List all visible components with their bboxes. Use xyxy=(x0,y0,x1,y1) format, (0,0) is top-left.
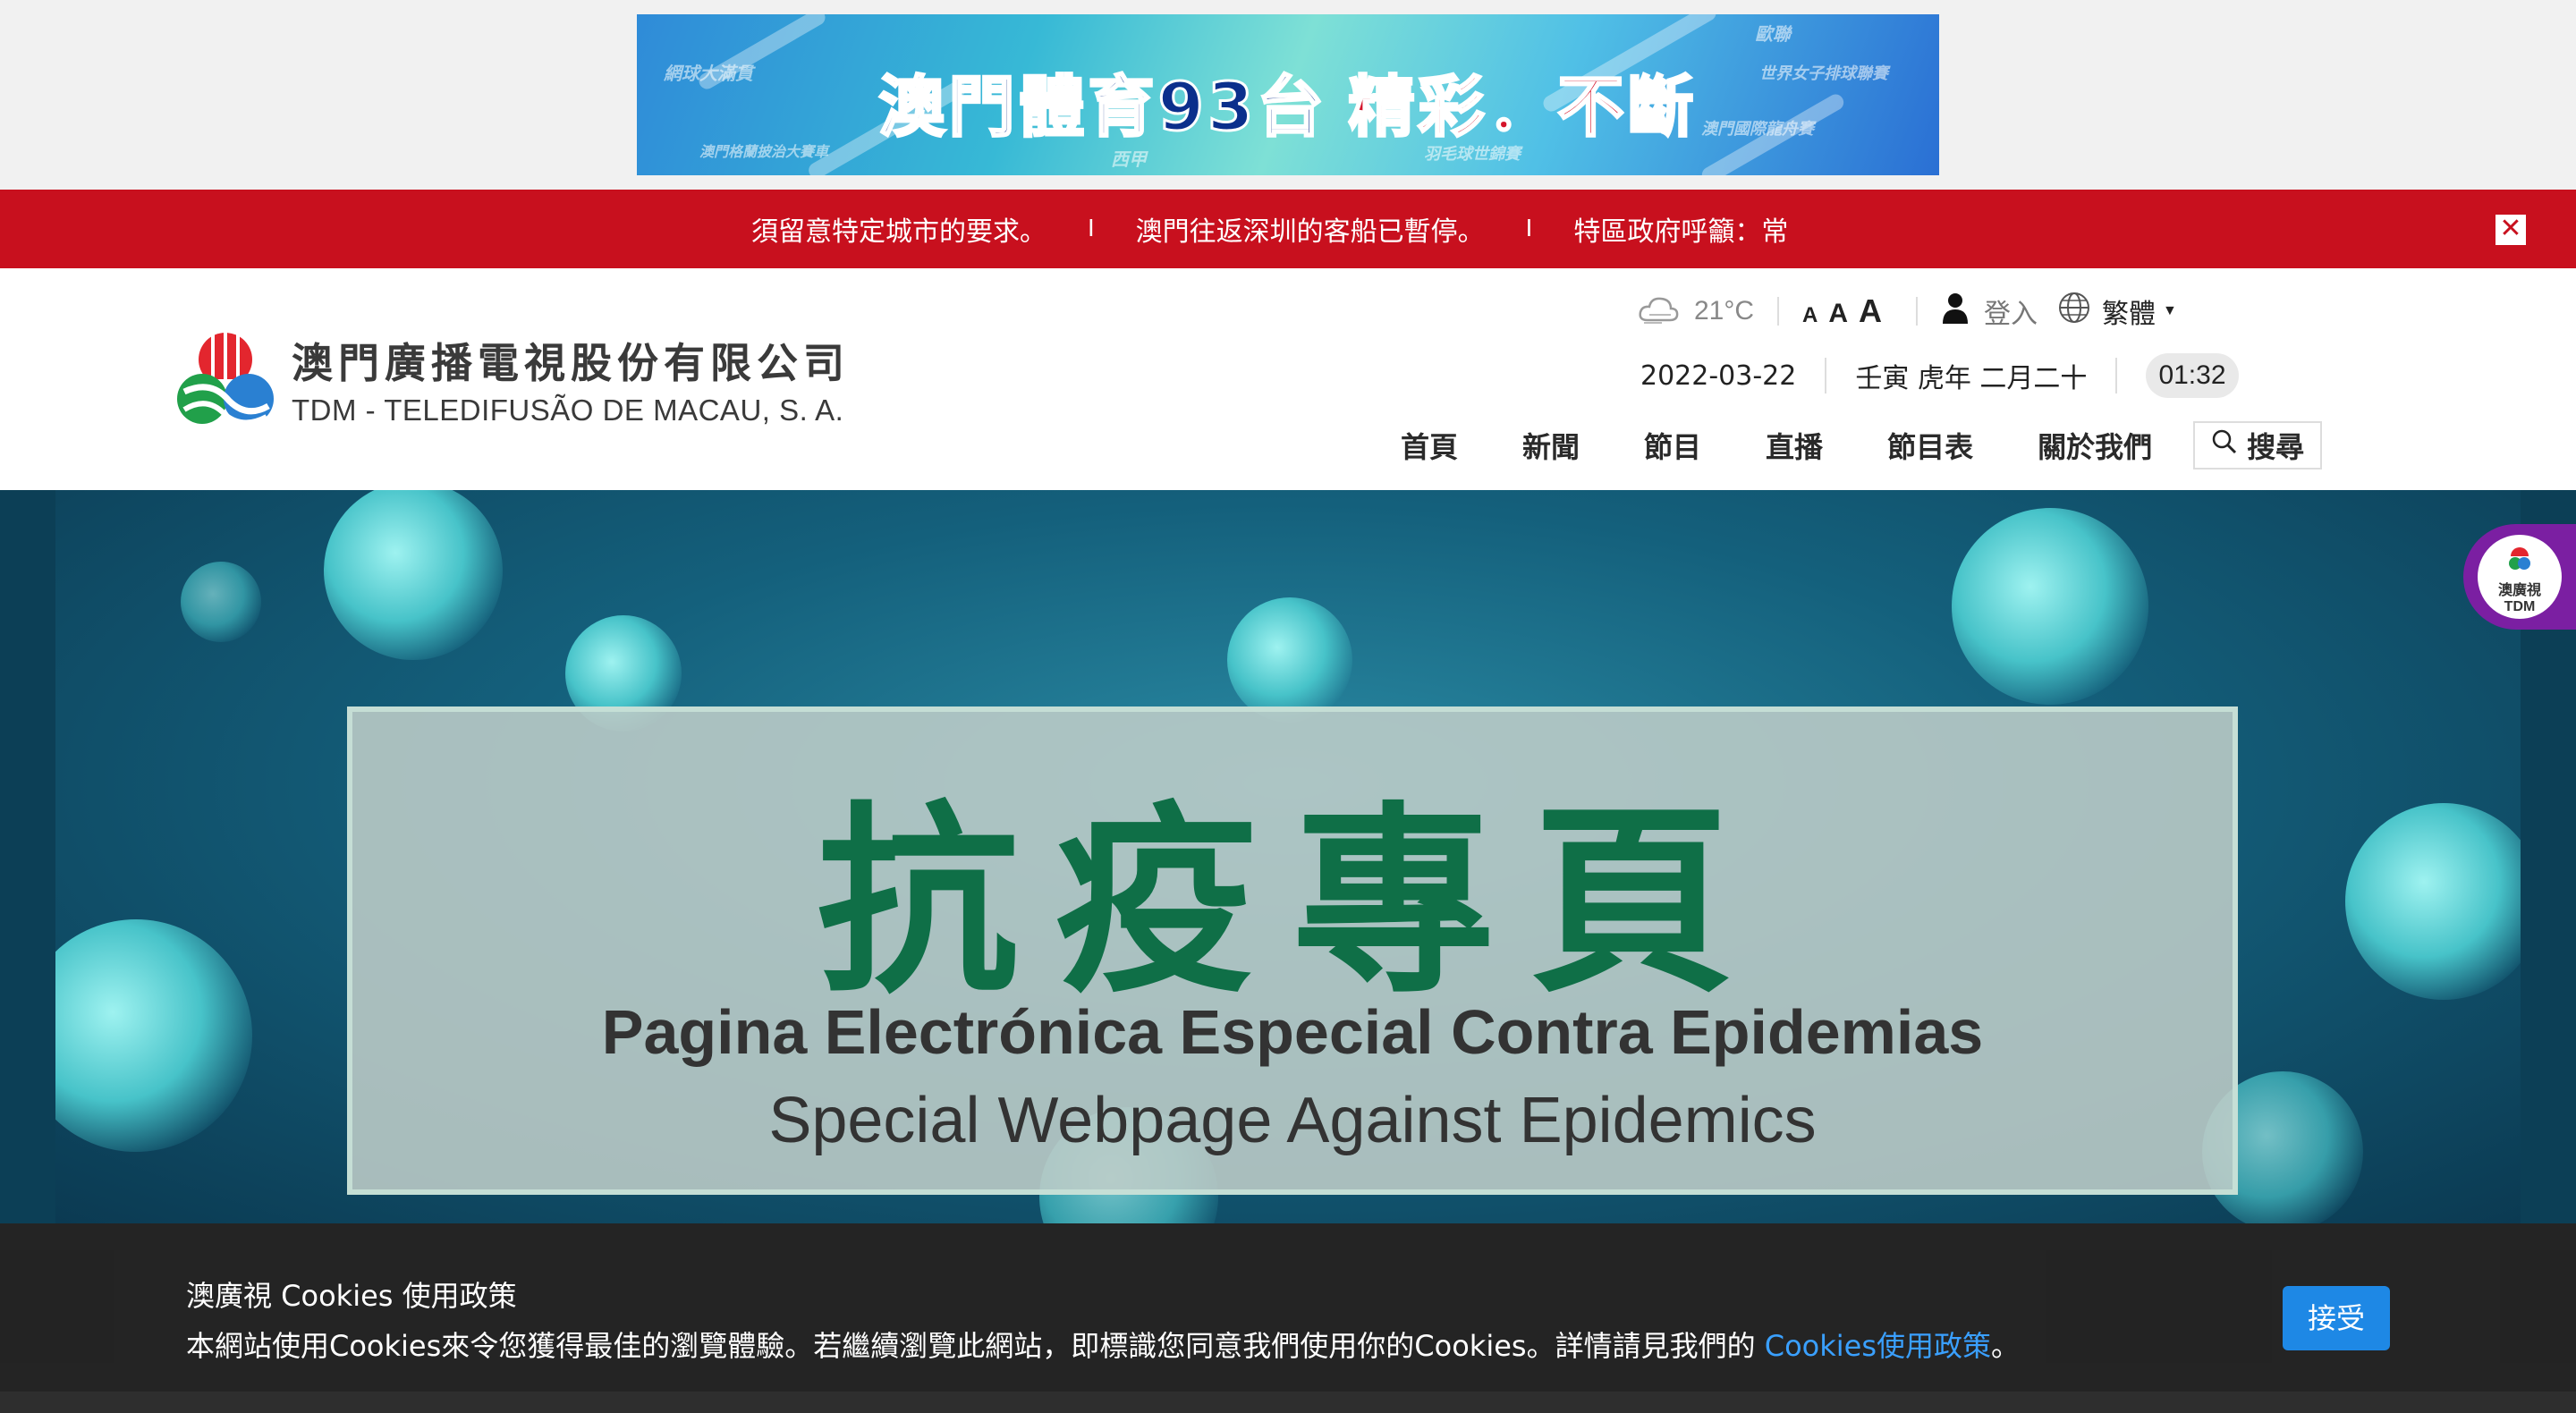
divider xyxy=(2115,358,2118,393)
current-time: 01:32 xyxy=(2146,353,2239,398)
user-icon xyxy=(1941,292,1970,331)
cookie-body-text: 本網站使用Cookies來令您獲得最佳的瀏覽體驗。若繼續瀏覽此網站，即標識您同意… xyxy=(186,1329,1765,1363)
virus-illustration xyxy=(181,562,261,642)
promo-banner[interactable]: 網球大滿貫 澳門格蘭披治大賽車 西甲 歐聯 世界女子排球聯賽 澳門國際龍舟賽 羽… xyxy=(637,14,1939,175)
hero-title-panel: 抗疫專頁 Pagina Electrónica Especial Contra … xyxy=(347,706,2238,1195)
hero-title-cn: 抗疫專頁 xyxy=(816,785,1768,1020)
company-name-cn: 澳門廣播電視股份有限公司 xyxy=(292,339,850,387)
chevron-down-icon: ▼ xyxy=(2163,303,2177,318)
date-line: 2022-03-22 壬寅 虎年 二月二十 01:32 xyxy=(1640,351,2239,401)
badge-label-en: TDM xyxy=(2504,599,2536,614)
cloud-weather-icon xyxy=(1637,293,1680,330)
ticker-close-button[interactable]: ✕ xyxy=(2496,215,2526,245)
nav-item-programs[interactable]: 節目 xyxy=(1644,425,1701,466)
site-header: 澳門廣播電視股份有限公司 TDM - TELEDIFUSÃO DE MACAU,… xyxy=(0,268,2576,758)
divider xyxy=(1825,358,1827,393)
divider xyxy=(1777,297,1780,326)
page-bottom-strip xyxy=(0,1392,2576,1413)
search-label: 搜尋 xyxy=(2247,430,2305,464)
nav-item-live[interactable]: 直播 xyxy=(1766,425,1823,466)
lunar-date: 壬寅 虎年 二月二十 xyxy=(1855,363,2088,394)
font-size-switcher: A A A xyxy=(1802,292,1893,330)
virus-illustration xyxy=(1952,508,2148,705)
news-ticker: 須留意特定城市的要求。 I 澳門往返深圳的客船已暫停。 I 特區政府呼籲：常 ✕ xyxy=(0,190,2576,268)
nav-item-home[interactable]: 首頁 xyxy=(1401,425,1458,466)
close-icon: ✕ xyxy=(2499,213,2522,244)
cookie-policy-link[interactable]: Cookies使用政策 xyxy=(1765,1329,1991,1363)
virus-illustration xyxy=(55,919,252,1152)
nav-item-about[interactable]: 關於我們 xyxy=(2038,425,2152,466)
promo-banner-area: 網球大滿貫 澳門格蘭披治大賽車 西甲 歐聯 世界女子排球聯賽 澳門國際龍舟賽 羽… xyxy=(0,0,2576,190)
promo-ghost-text: 歐聯 xyxy=(1755,23,1791,45)
virus-illustration xyxy=(324,490,503,660)
site-logo[interactable]: 澳門廣播電視股份有限公司 TDM - TELEDIFUSÃO DE MACAU,… xyxy=(175,329,850,429)
company-name-pt: TDM - TELEDIFUSÃO DE MACAU, S. A. xyxy=(292,393,844,427)
login-label: 登入 xyxy=(1984,300,2038,329)
cookie-title: 澳廣視 Cookies 使用政策 xyxy=(186,1279,517,1313)
font-size-small-button[interactable]: A xyxy=(1802,303,1818,328)
virus-illustration xyxy=(2345,803,2521,1000)
nav-item-schedule[interactable]: 節目表 xyxy=(1887,425,1973,466)
floating-tdm-badge[interactable]: 澳廣視 TDM xyxy=(2463,524,2576,630)
ticker-item[interactable]: 特區政府呼籲：常 xyxy=(1573,209,1788,249)
search-button[interactable]: 搜尋 xyxy=(2193,421,2323,470)
ticker-separator: I xyxy=(1088,216,1095,242)
language-selector[interactable]: 繁體 ▼ xyxy=(2057,291,2177,332)
ticker-separator: I xyxy=(1525,216,1533,242)
utility-bar: 21°C A A A 登入 繁體 ▼ xyxy=(1637,286,2177,336)
promo-title-channel: 澳門體育93台 xyxy=(877,68,1327,148)
tdm-logo-icon xyxy=(175,329,275,429)
font-size-medium-button[interactable]: A xyxy=(1828,299,1848,329)
tdm-mini-logo-icon xyxy=(2509,547,2530,570)
badge-label-cn: 澳廣視 xyxy=(2497,581,2541,598)
nav-item-news[interactable]: 新聞 xyxy=(1522,425,1580,466)
promo-title-slogan: 精彩．不斷 xyxy=(1347,68,1698,148)
hero-title-pt: Pagina Electrónica Especial Contra Epide… xyxy=(601,997,1984,1067)
logo-text: 澳門廣播電視股份有限公司 TDM - TELEDIFUSÃO DE MACAU,… xyxy=(292,331,850,427)
cookie-body-tail: 。 xyxy=(1991,1329,2021,1363)
ticker-item[interactable]: 澳門往返深圳的客船已暫停。 xyxy=(1136,209,1485,249)
cookie-consent-bar: 澳廣視 Cookies 使用政策 本網站使用Cookies來令您獲得最佳的瀏覽體… xyxy=(0,1223,2576,1392)
login-button[interactable]: 登入 xyxy=(1941,292,2038,331)
weather-temperature: 21°C xyxy=(1694,296,1755,326)
main-nav: 首頁 新聞 節目 直播 節目表 關於我們 搜尋 xyxy=(1401,419,2323,472)
hero-section: 抗疫專頁 Pagina Electrónica Especial Contra … xyxy=(0,490,2576,1223)
hero-title-en: Special Webpage Against Epidemics xyxy=(768,1085,1817,1156)
font-size-large-button[interactable]: A xyxy=(1859,292,1882,330)
virus-illustration xyxy=(1227,597,1352,723)
cookie-accept-button[interactable]: 接受 xyxy=(2283,1286,2390,1350)
search-icon xyxy=(2211,428,2238,462)
ticker-items: 須留意特定城市的要求。 I 澳門往返深圳的客船已暫停。 I 特區政府呼籲：常 xyxy=(751,190,1788,268)
cookie-message: 本網站使用Cookies來令您獲得最佳的瀏覽體驗。若繼續瀏覽此網站，即標識您同意… xyxy=(186,1324,2020,1365)
globe-icon xyxy=(2057,291,2091,332)
hero-banner[interactable]: 抗疫專頁 Pagina Electrónica Especial Contra … xyxy=(55,490,2521,1223)
ticker-item[interactable]: 須留意特定城市的要求。 xyxy=(751,209,1046,249)
language-label: 繁體 xyxy=(2102,300,2157,329)
promo-title: 澳門體育93台 精彩．不斷 xyxy=(637,54,1939,149)
current-date: 2022-03-22 xyxy=(1640,360,1797,392)
tdm-badge-logo: 澳廣視 TDM xyxy=(2478,535,2562,619)
divider xyxy=(1916,297,1919,326)
